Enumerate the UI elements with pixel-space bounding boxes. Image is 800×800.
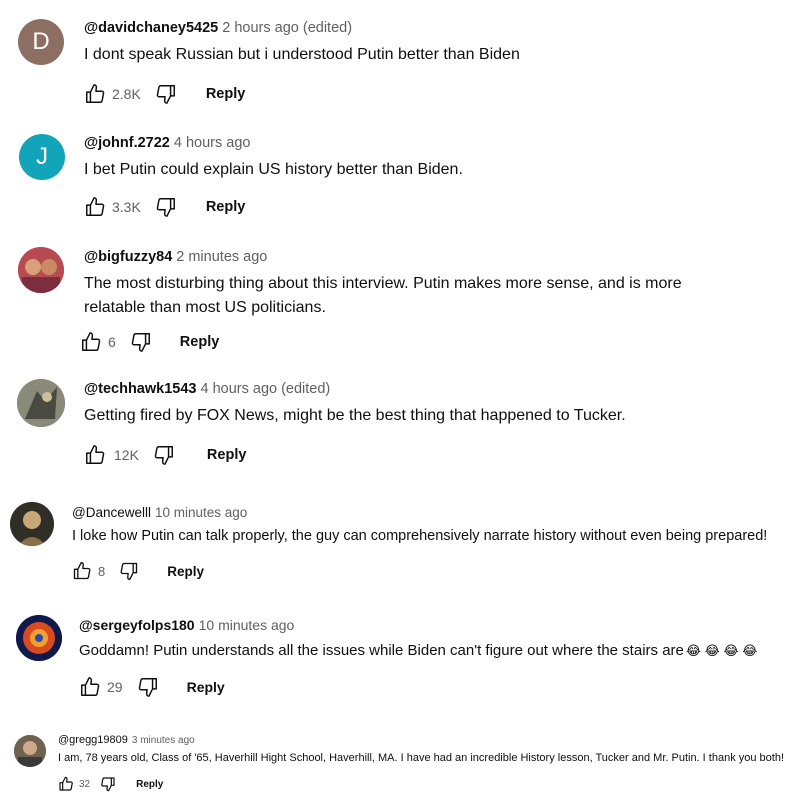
thumb-up-icon xyxy=(59,776,73,791)
comment-timestamp[interactable]: 10 minutes ago xyxy=(155,505,247,520)
comment-timestamp[interactable]: 4 hours ago (edited) xyxy=(200,381,330,397)
thumb-up-icon xyxy=(86,83,105,103)
dislike-button[interactable] xyxy=(155,83,177,105)
reply-button[interactable]: Reply xyxy=(187,679,225,695)
reply-button[interactable]: Reply xyxy=(167,564,204,579)
comment-timestamp[interactable]: 10 minutes ago xyxy=(199,617,295,633)
comment-text: I dont speak Russian but i understood Pu… xyxy=(84,46,520,64)
thumb-down-icon xyxy=(120,563,138,581)
avatar-photo xyxy=(16,615,62,661)
avatar[interactable]: J xyxy=(19,134,65,180)
avatar[interactable] xyxy=(18,247,64,293)
avatar[interactable] xyxy=(17,379,65,427)
comment-author[interactable]: @Dancewelll xyxy=(72,505,151,520)
like-button[interactable] xyxy=(79,676,101,698)
comment-text: Getting fired by FOX News, might be the … xyxy=(84,407,626,425)
comment-author[interactable]: @sergeyfolps180 xyxy=(79,617,195,633)
thumb-up-icon xyxy=(86,196,105,216)
thumb-down-icon xyxy=(101,777,115,792)
like-button[interactable] xyxy=(84,444,106,466)
dislike-button[interactable] xyxy=(153,444,175,466)
laughing-emoji-icon: 😂 😂 😂 😂 xyxy=(685,642,758,658)
comment-author[interactable]: @gregg19809 xyxy=(58,734,128,746)
like-count: 8 xyxy=(98,563,106,579)
avatar[interactable] xyxy=(14,735,46,767)
avatar-photo xyxy=(14,735,46,767)
thumb-up-icon xyxy=(82,331,101,351)
thumb-up-icon xyxy=(86,444,105,464)
thumb-up-icon xyxy=(73,562,91,580)
like-count: 6 xyxy=(108,333,116,350)
avatar-photo xyxy=(10,502,54,546)
comment-text: I bet Putin could explain US history bet… xyxy=(84,161,463,179)
comment-author[interactable]: @johnf.2722 xyxy=(84,135,170,151)
like-button[interactable] xyxy=(58,776,74,792)
reply-button[interactable]: Reply xyxy=(207,447,247,463)
reply-button[interactable]: Reply xyxy=(206,199,246,215)
avatar-photo xyxy=(18,247,64,293)
like-count: 29 xyxy=(107,678,123,695)
comment-author[interactable]: @techhawk1543 xyxy=(84,381,196,397)
like-count: 32 xyxy=(79,778,91,790)
comment-author[interactable]: @davidchaney5425 xyxy=(84,20,218,36)
comment-text: Goddamn! Putin understands all the issue… xyxy=(79,641,684,659)
comment-text: I loke how Putin can talk properly, the … xyxy=(72,528,768,545)
like-button[interactable] xyxy=(80,331,102,353)
dislike-button[interactable] xyxy=(137,676,159,698)
reply-button[interactable]: Reply xyxy=(180,334,220,350)
comment-timestamp[interactable]: 2 minutes ago xyxy=(176,249,267,265)
thumb-down-icon xyxy=(154,445,173,465)
avatar[interactable] xyxy=(16,615,62,661)
like-button[interactable] xyxy=(72,561,92,581)
like-count: 12K xyxy=(114,446,139,463)
comment-author[interactable]: @bigfuzzy84 xyxy=(84,249,172,265)
thumb-down-icon xyxy=(131,332,150,352)
reply-button[interactable]: Reply xyxy=(206,86,246,102)
avatar-letter: J xyxy=(36,143,48,170)
avatar-letter: D xyxy=(32,28,50,55)
comment-timestamp[interactable]: 3 minutes ago xyxy=(132,735,195,746)
thumb-down-icon xyxy=(138,677,157,697)
like-count: 3.3K xyxy=(112,198,141,215)
avatar-photo xyxy=(17,379,65,427)
like-button[interactable] xyxy=(84,196,106,218)
avatar[interactable] xyxy=(10,502,54,546)
thumb-up-icon xyxy=(81,676,100,696)
dislike-button[interactable] xyxy=(130,331,152,353)
like-count: 2.8K xyxy=(112,85,141,102)
like-button[interactable] xyxy=(84,83,106,105)
thumb-down-icon xyxy=(156,84,175,104)
comment-timestamp[interactable]: 4 hours ago xyxy=(174,135,251,151)
dislike-button[interactable] xyxy=(119,561,139,581)
dislike-button[interactable] xyxy=(100,776,116,792)
avatar[interactable]: D xyxy=(18,19,64,65)
comment-timestamp[interactable]: 2 hours ago (edited) xyxy=(222,20,352,36)
reply-button[interactable]: Reply xyxy=(136,779,163,790)
comment-text: The most disturbing thing about this int… xyxy=(84,275,682,316)
thumb-down-icon xyxy=(156,197,175,217)
comment-text: I am, 78 years old, Class of '65, Haverh… xyxy=(58,752,785,765)
dislike-button[interactable] xyxy=(155,196,177,218)
